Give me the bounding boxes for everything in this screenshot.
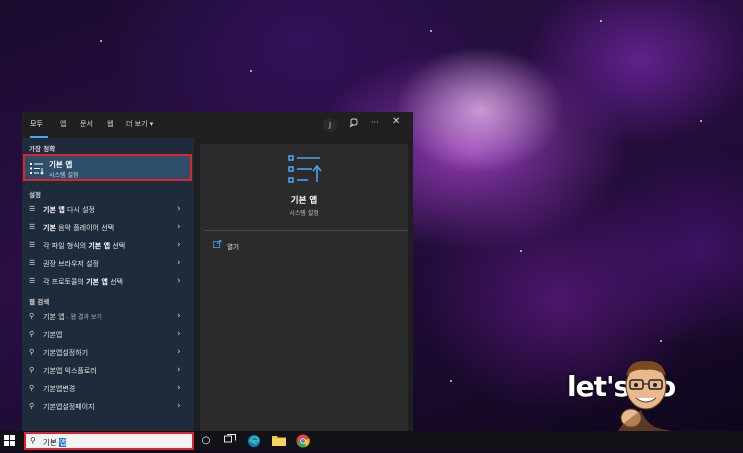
taskbar: ⚲ 기본 앱 ○	[0, 431, 743, 451]
taskbar-search-input[interactable]: ⚲ 기본 앱	[24, 432, 194, 450]
star	[700, 120, 702, 122]
settings-item[interactable]: ☰ 기본 음악 플레이어 선택 ›	[22, 219, 194, 237]
settings-item-bold: 기본 앱	[86, 278, 108, 286]
settings-item-rest: 권장 브라우저 설정	[43, 260, 99, 268]
chrome-browser-icon[interactable]	[296, 434, 310, 448]
preview-subtitle: 시스템 설정	[289, 210, 319, 217]
lets-go-sticker: let's go	[567, 360, 717, 436]
settings-item-pre: 각 파일 형식의	[43, 242, 89, 250]
settings-section-label: 설정	[29, 191, 41, 199]
list-settings-icon: ☰	[29, 259, 36, 267]
web-search-text: 기본앱설정페이지	[43, 403, 95, 411]
tab-apps[interactable]: 앱	[60, 119, 66, 129]
settings-item[interactable]: ☰ 각 프로토콜의 기본 앱 선택 ›	[22, 273, 194, 291]
search-panel: 모두 앱 문서 웹 더 보기 ▾ J ··· ✕ 가장 정확 기본 앱 시스템 …	[22, 112, 413, 431]
chevron-right-icon: ›	[177, 204, 181, 214]
windows-start-icon[interactable]	[4, 435, 16, 447]
preview-pane: 기본 앱 시스템 설정 열기	[200, 144, 408, 431]
account-avatar[interactable]: J	[323, 118, 337, 132]
search-icon: ⚲	[29, 402, 35, 410]
close-icon[interactable]: ✕	[392, 116, 400, 127]
chevron-right-icon: ›	[177, 276, 181, 286]
settings-item-pre: 각 프로토콜의	[43, 278, 87, 286]
open-icon[interactable]	[213, 240, 222, 250]
web-search-item[interactable]: ⚲ 기본앱변경 ›	[22, 380, 194, 398]
cortana-icon[interactable]: ○	[199, 434, 213, 448]
chevron-right-icon: ›	[177, 311, 181, 321]
tab-web[interactable]: 웹	[107, 119, 113, 129]
chevron-right-icon: ›	[177, 365, 181, 375]
search-icon: ⚲	[29, 366, 35, 374]
web-search-item[interactable]: ⚲ 기본앱 익스플로러 ›	[22, 362, 194, 380]
web-search-text: 기본앱변경	[43, 385, 76, 393]
list-settings-icon: ☰	[29, 277, 36, 285]
chevron-right-icon: ›	[177, 383, 181, 393]
chevron-right-icon: ›	[177, 240, 181, 250]
star	[250, 70, 252, 72]
settings-item-bold: 기본 앱	[88, 242, 111, 250]
results-list: 가장 정확 기본 앱 시스템 설정 설정 ☰ 기본 앱 다시 설정 › ☰ 기본…	[22, 138, 194, 431]
web-search-sub: - 웹 결과 보기	[64, 314, 102, 321]
web-search-text: 기본앱	[43, 331, 63, 339]
star	[430, 30, 432, 32]
list-settings-icon: ☰	[29, 223, 36, 231]
best-match-subtitle: 시스템 설정	[49, 172, 79, 179]
web-search-item[interactable]: ⚲ 기본 앱 - 웹 결과 보기 ›	[22, 308, 194, 326]
web-search-text: 기본앱 익스플로러	[43, 367, 97, 375]
divider	[204, 230, 408, 231]
settings-item-rest: 음악 플레이어 선택	[55, 224, 115, 232]
search-icon: ⚲	[29, 384, 35, 392]
web-search-item[interactable]: ⚲ 기본앱설정페이지 ›	[22, 398, 194, 416]
search-tabs: 모두 앱 문서 웹 더 보기 ▾ J ··· ✕	[22, 112, 413, 138]
chevron-right-icon: ›	[177, 329, 181, 339]
star	[450, 380, 452, 382]
settings-item-bold: 기본 앱	[43, 206, 65, 214]
app-list-icon	[30, 162, 44, 178]
file-explorer-icon[interactable]	[272, 434, 286, 448]
settings-item-bold: 기본	[43, 224, 56, 232]
web-search-text: 기본 앱	[43, 313, 65, 321]
best-match-default-apps[interactable]: 기본 앱 시스템 설정	[23, 154, 192, 181]
feedback-icon[interactable]	[349, 118, 359, 130]
search-typed-text: 기본	[43, 438, 60, 447]
settings-item[interactable]: ☰ 각 파일 형식의 기본 앱 선택 ›	[22, 237, 194, 255]
chevron-right-icon: ›	[177, 222, 181, 232]
settings-item-rest: 선택	[107, 278, 123, 286]
tab-all[interactable]: 모두	[30, 119, 43, 129]
settings-item[interactable]: ☰ 권장 브라우저 설정 ›	[22, 255, 194, 273]
list-settings-icon: ☰	[29, 241, 36, 249]
list-settings-icon: ☰	[29, 205, 36, 213]
search-icon: ⚲	[30, 436, 36, 445]
search-icon: ⚲	[29, 312, 35, 320]
star	[660, 340, 662, 342]
settings-item[interactable]: ☰ 기본 앱 다시 설정 ›	[22, 201, 194, 219]
best-match-label: 가장 정확	[29, 145, 56, 153]
chevron-right-icon: ›	[177, 401, 181, 411]
chevron-right-icon: ›	[177, 347, 181, 357]
edge-browser-icon[interactable]	[247, 434, 261, 448]
app-list-icon	[288, 154, 322, 184]
search-icon: ⚲	[29, 330, 35, 338]
star	[600, 20, 602, 22]
settings-item-rest: 선택	[110, 242, 126, 250]
cartoon-face-icon	[617, 360, 675, 432]
star	[100, 40, 102, 42]
search-selected-text: 앱	[59, 438, 67, 447]
settings-item-rest: 다시 설정	[64, 206, 95, 214]
preview-title: 기본 앱	[290, 196, 318, 206]
web-search-text: 기본앱설정하기	[43, 349, 89, 357]
best-match-title: 기본 앱	[49, 160, 73, 169]
web-search-section-label: 웹 검색	[29, 298, 50, 306]
tab-documents[interactable]: 문서	[80, 119, 93, 129]
search-icon: ⚲	[29, 348, 35, 356]
chevron-right-icon: ›	[177, 258, 181, 268]
star	[520, 250, 522, 252]
open-button[interactable]: 열기	[227, 241, 239, 251]
ellipsis-icon[interactable]: ···	[371, 118, 379, 127]
tab-more[interactable]: 더 보기 ▾	[126, 119, 153, 129]
task-view-icon[interactable]	[223, 434, 237, 448]
web-search-item[interactable]: ⚲ 기본앱설정하기 ›	[22, 344, 194, 362]
web-search-item[interactable]: ⚲ 기본앱 ›	[22, 326, 194, 344]
